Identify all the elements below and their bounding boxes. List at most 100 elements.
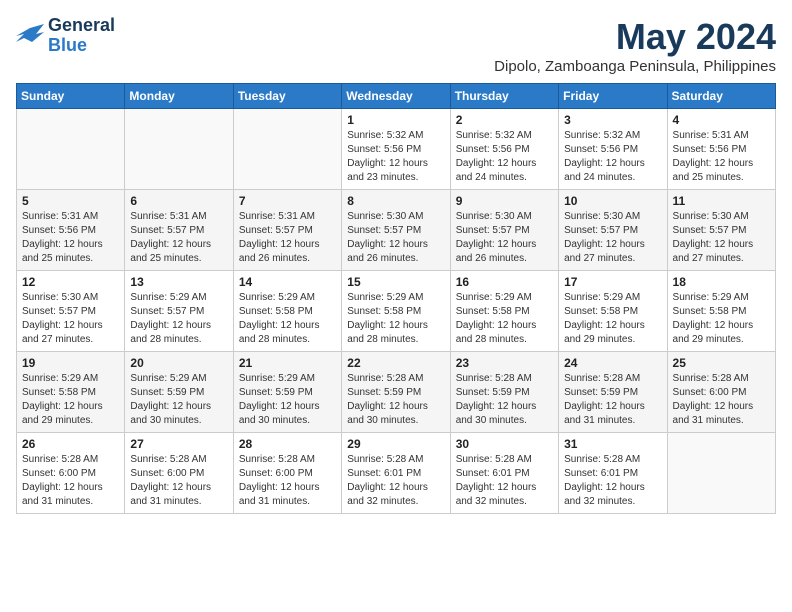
day-info: Sunrise: 5:28 AMSunset: 6:00 PMDaylight:… (673, 372, 770, 428)
calendar-cell: 4 Sunrise: 5:31 AMSunset: 5:56 PMDaylight… (667, 109, 775, 190)
weekday-header-monday: Monday (125, 84, 233, 109)
day-info: Sunrise: 5:31 AMSunset: 5:57 PMDaylight:… (130, 210, 227, 266)
day-number: 7 (239, 194, 336, 208)
calendar-week-row: 26 Sunrise: 5:28 AMSunset: 6:00 PMDayligh… (17, 433, 776, 514)
calendar-cell: 14Sunrise: 5:29 AMSunset: 5:58 PMDayligh… (233, 271, 341, 352)
calendar-table: SundayMondayTuesdayWednesdayThursdayFrid… (16, 83, 776, 514)
calendar-cell: 25 Sunrise: 5:28 AMSunset: 6:00 PMDayligh… (667, 352, 775, 433)
day-number: 4 (673, 113, 770, 127)
calendar-cell (233, 109, 341, 190)
day-info: Sunrise: 5:30 AMSunset: 5:57 PMDaylight:… (564, 210, 661, 266)
day-number: 8 (347, 194, 444, 208)
day-info: Sunrise: 5:32 AMSunset: 5:56 PMDaylight:… (456, 129, 553, 185)
day-number: 19 (22, 356, 119, 370)
calendar-cell: 1 Sunrise: 5:32 AMSunset: 5:56 PMDaylight… (342, 109, 450, 190)
weekday-header-saturday: Saturday (667, 84, 775, 109)
day-number: 28 (239, 437, 336, 451)
day-info: Sunrise: 5:29 AMSunset: 5:58 PMDaylight:… (347, 291, 444, 347)
day-number: 25 (673, 356, 770, 370)
day-number: 22 (347, 356, 444, 370)
calendar-cell: 18 Sunrise: 5:29 AMSunset: 5:58 PMDayligh… (667, 271, 775, 352)
logo: General Blue (16, 16, 115, 56)
day-number: 9 (456, 194, 553, 208)
calendar-cell: 17Sunrise: 5:29 AMSunset: 5:58 PMDayligh… (559, 271, 667, 352)
day-info: Sunrise: 5:28 AMSunset: 5:59 PMDaylight:… (347, 372, 444, 428)
day-info: Sunrise: 5:28 AMSunset: 6:00 PMDaylight:… (130, 453, 227, 509)
day-number: 23 (456, 356, 553, 370)
day-number: 29 (347, 437, 444, 451)
day-info: Sunrise: 5:31 AMSunset: 5:56 PMDaylight:… (22, 210, 119, 266)
calendar-cell: 3Sunrise: 5:32 AMSunset: 5:56 PMDaylight… (559, 109, 667, 190)
day-number: 2 (456, 113, 553, 127)
day-info: Sunrise: 5:31 AMSunset: 5:57 PMDaylight:… (239, 210, 336, 266)
day-info: Sunrise: 5:28 AMSunset: 6:01 PMDaylight:… (347, 453, 444, 509)
day-info: Sunrise: 5:28 AMSunset: 6:00 PMDaylight:… (22, 453, 119, 509)
calendar-cell: 16 Sunrise: 5:29 AMSunset: 5:58 PMDayligh… (450, 271, 558, 352)
calendar-cell: 23 Sunrise: 5:28 AMSunset: 5:59 PMDayligh… (450, 352, 558, 433)
calendar-week-row: 12 Sunrise: 5:30 AMSunset: 5:57 PMDayligh… (17, 271, 776, 352)
day-info: Sunrise: 5:32 AMSunset: 5:56 PMDaylight:… (347, 129, 444, 185)
day-number: 27 (130, 437, 227, 451)
calendar-cell: 9Sunrise: 5:30 AMSunset: 5:57 PMDaylight… (450, 190, 558, 271)
day-info: Sunrise: 5:32 AMSunset: 5:56 PMDaylight:… (564, 129, 661, 185)
day-number: 20 (130, 356, 227, 370)
calendar-cell: 26 Sunrise: 5:28 AMSunset: 6:00 PMDayligh… (17, 433, 125, 514)
day-number: 11 (673, 194, 770, 208)
calendar-cell: 29 Sunrise: 5:28 AMSunset: 6:01 PMDayligh… (342, 433, 450, 514)
logo-text: General Blue (48, 16, 115, 56)
page-header: General Blue May 2024 Dipolo, Zamboanga … (16, 16, 776, 75)
day-number: 15 (347, 275, 444, 289)
weekday-header-friday: Friday (559, 84, 667, 109)
day-number: 24 (564, 356, 661, 370)
calendar-cell: 5Sunrise: 5:31 AMSunset: 5:56 PMDaylight… (17, 190, 125, 271)
calendar-cell: 19 Sunrise: 5:29 AMSunset: 5:58 PMDayligh… (17, 352, 125, 433)
day-number: 17 (564, 275, 661, 289)
weekday-header-sunday: Sunday (17, 84, 125, 109)
day-info: Sunrise: 5:28 AMSunset: 6:00 PMDaylight:… (239, 453, 336, 509)
calendar-cell: 12 Sunrise: 5:30 AMSunset: 5:57 PMDayligh… (17, 271, 125, 352)
day-info: Sunrise: 5:29 AMSunset: 5:58 PMDaylight:… (673, 291, 770, 347)
calendar-cell: 24 Sunrise: 5:28 AMSunset: 5:59 PMDayligh… (559, 352, 667, 433)
day-info: Sunrise: 5:30 AMSunset: 5:57 PMDaylight:… (673, 210, 770, 266)
day-info: Sunrise: 5:30 AMSunset: 5:57 PMDaylight:… (22, 291, 119, 347)
calendar-cell (17, 109, 125, 190)
calendar-cell: 30Sunrise: 5:28 AMSunset: 6:01 PMDayligh… (450, 433, 558, 514)
day-number: 18 (673, 275, 770, 289)
day-info: Sunrise: 5:28 AMSunset: 5:59 PMDaylight:… (564, 372, 661, 428)
main-title: May 2024 (494, 16, 776, 58)
calendar-cell: 27 Sunrise: 5:28 AMSunset: 6:00 PMDayligh… (125, 433, 233, 514)
day-number: 16 (456, 275, 553, 289)
day-number: 12 (22, 275, 119, 289)
day-number: 6 (130, 194, 227, 208)
subtitle: Dipolo, Zamboanga Peninsula, Philippines (494, 58, 776, 75)
calendar-cell (667, 433, 775, 514)
day-info: Sunrise: 5:29 AMSunset: 5:59 PMDaylight:… (130, 372, 227, 428)
calendar-cell: 20 Sunrise: 5:29 AMSunset: 5:59 PMDayligh… (125, 352, 233, 433)
calendar-cell: 21Sunrise: 5:29 AMSunset: 5:59 PMDayligh… (233, 352, 341, 433)
weekday-header-tuesday: Tuesday (233, 84, 341, 109)
day-info: Sunrise: 5:29 AMSunset: 5:59 PMDaylight:… (239, 372, 336, 428)
day-info: Sunrise: 5:29 AMSunset: 5:58 PMDaylight:… (22, 372, 119, 428)
calendar-cell: 2 Sunrise: 5:32 AMSunset: 5:56 PMDaylight… (450, 109, 558, 190)
weekday-header-thursday: Thursday (450, 84, 558, 109)
day-number: 31 (564, 437, 661, 451)
day-number: 13 (130, 275, 227, 289)
calendar-week-row: 1 Sunrise: 5:32 AMSunset: 5:56 PMDaylight… (17, 109, 776, 190)
calendar-cell: 22 Sunrise: 5:28 AMSunset: 5:59 PMDayligh… (342, 352, 450, 433)
day-number: 1 (347, 113, 444, 127)
calendar-cell (125, 109, 233, 190)
calendar-cell: 28 Sunrise: 5:28 AMSunset: 6:00 PMDayligh… (233, 433, 341, 514)
day-info: Sunrise: 5:28 AMSunset: 5:59 PMDaylight:… (456, 372, 553, 428)
title-block: May 2024 Dipolo, Zamboanga Peninsula, Ph… (494, 16, 776, 75)
day-info: Sunrise: 5:29 AMSunset: 5:58 PMDaylight:… (456, 291, 553, 347)
calendar-cell: 13Sunrise: 5:29 AMSunset: 5:57 PMDayligh… (125, 271, 233, 352)
day-info: Sunrise: 5:28 AMSunset: 6:01 PMDaylight:… (564, 453, 661, 509)
calendar-cell: 10Sunrise: 5:30 AMSunset: 5:57 PMDayligh… (559, 190, 667, 271)
logo-line1: General (48, 16, 115, 36)
calendar-cell: 11 Sunrise: 5:30 AMSunset: 5:57 PMDayligh… (667, 190, 775, 271)
weekday-header-wednesday: Wednesday (342, 84, 450, 109)
day-info: Sunrise: 5:31 AMSunset: 5:56 PMDaylight:… (673, 129, 770, 185)
calendar-cell: 15 Sunrise: 5:29 AMSunset: 5:58 PMDayligh… (342, 271, 450, 352)
calendar-cell: 31 Sunrise: 5:28 AMSunset: 6:01 PMDayligh… (559, 433, 667, 514)
day-number: 26 (22, 437, 119, 451)
